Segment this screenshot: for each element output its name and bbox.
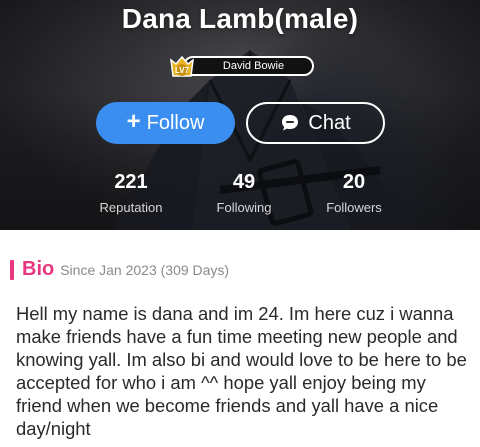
bio-header: Bio Since Jan 2023 (309 Days)	[22, 258, 229, 281]
stat-value: 221	[114, 171, 148, 193]
stat-label: Following	[216, 200, 272, 215]
chat-button[interactable]: Chat	[246, 102, 385, 144]
member-since: Since Jan 2023 (309 Days)	[60, 262, 230, 278]
profile-header: Dana Lamb(male) David Bowie LV7 + Follow…	[0, 0, 480, 230]
stat-label: Reputation	[99, 200, 163, 215]
chat-bubble-icon	[282, 115, 299, 131]
custom-title-badge[interactable]: David Bowie	[183, 56, 314, 76]
stat-followers[interactable]: 20 Followers	[294, 171, 414, 215]
bio-text: Hell my name is dana and im 24. Im here …	[16, 303, 467, 439]
stat-reputation[interactable]: 221 Reputation	[71, 171, 191, 215]
bio-title: Bio	[22, 258, 55, 280]
plus-icon: +	[126, 108, 141, 135]
stat-value: 49	[232, 171, 256, 193]
stat-label: Followers	[326, 200, 382, 215]
stat-following[interactable]: 49 Following	[184, 171, 304, 215]
level-badge-icon[interactable]: LV7	[168, 54, 196, 80]
profile-name: Dana Lamb(male)	[121, 3, 359, 34]
stat-value: 20	[342, 171, 366, 193]
bio-accent-bar	[10, 260, 14, 280]
level-badge-label: LV7	[175, 66, 190, 75]
follow-button[interactable]: + Follow	[96, 102, 235, 144]
follow-label: Follow	[146, 111, 205, 134]
chat-label: Chat	[308, 111, 351, 134]
